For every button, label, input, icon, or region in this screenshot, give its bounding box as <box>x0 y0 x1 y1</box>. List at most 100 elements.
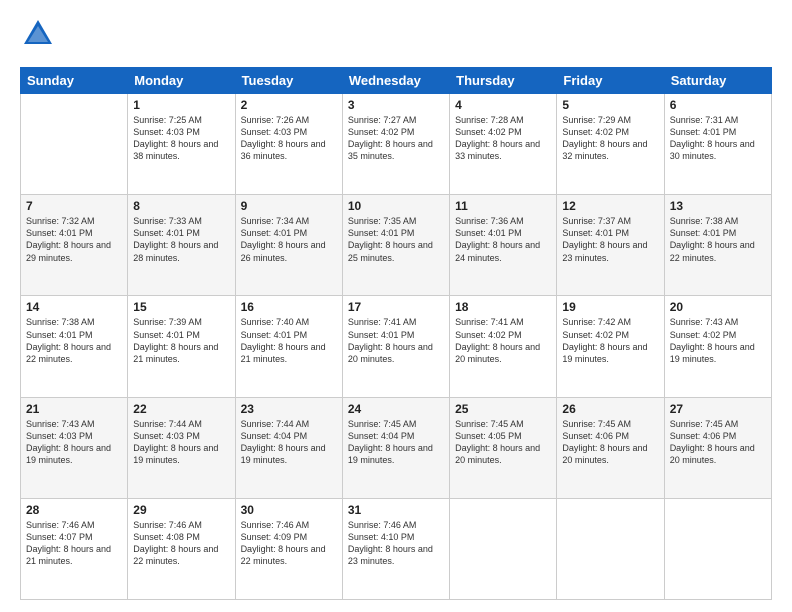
cell-info: Sunrise: 7:27 AMSunset: 4:02 PMDaylight:… <box>348 114 444 163</box>
day-number: 8 <box>133 199 229 213</box>
calendar-table: Sunday Monday Tuesday Wednesday Thursday… <box>20 67 772 600</box>
calendar-cell: 4 Sunrise: 7:28 AMSunset: 4:02 PMDaylight… <box>450 94 557 195</box>
calendar-cell: 19 Sunrise: 7:42 AMSunset: 4:02 PMDayligh… <box>557 296 664 397</box>
cell-info: Sunrise: 7:42 AMSunset: 4:02 PMDaylight:… <box>562 316 658 365</box>
cell-info: Sunrise: 7:29 AMSunset: 4:02 PMDaylight:… <box>562 114 658 163</box>
calendar-cell: 25Sunrise: 7:45 AMSunset: 4:05 PMDayligh… <box>450 397 557 498</box>
calendar-week-row: 21 Sunrise: 7:43 AMSunset: 4:03 PMDayligh… <box>21 397 772 498</box>
day-number: 1 <box>133 98 229 112</box>
calendar-cell: 3 Sunrise: 7:27 AMSunset: 4:02 PMDaylight… <box>342 94 449 195</box>
day-number: 19 <box>562 300 658 314</box>
cell-info: Sunrise: 7:28 AMSunset: 4:02 PMDaylight:… <box>455 114 551 163</box>
day-number: 20 <box>670 300 766 314</box>
cell-info: Sunrise: 7:37 AMSunset: 4:01 PMDaylight:… <box>562 215 658 264</box>
calendar-cell: 1Sunrise: 7:25 AMSunset: 4:03 PMDaylight… <box>128 94 235 195</box>
calendar-cell: 10Sunrise: 7:35 AMSunset: 4:01 PMDayligh… <box>342 195 449 296</box>
day-number: 7 <box>26 199 122 213</box>
calendar-cell: 5 Sunrise: 7:29 AMSunset: 4:02 PMDaylight… <box>557 94 664 195</box>
day-number: 24 <box>348 402 444 416</box>
cell-info: Sunrise: 7:40 AMSunset: 4:01 PMDaylight:… <box>241 316 337 365</box>
cell-info: Sunrise: 7:39 AMSunset: 4:01 PMDaylight:… <box>133 316 229 365</box>
cell-info: Sunrise: 7:44 AMSunset: 4:03 PMDaylight:… <box>133 418 229 467</box>
calendar-cell <box>450 498 557 599</box>
calendar-cell: 17 Sunrise: 7:41 AMSunset: 4:01 PMDayligh… <box>342 296 449 397</box>
day-number: 5 <box>562 98 658 112</box>
col-friday: Friday <box>557 68 664 94</box>
col-wednesday: Wednesday <box>342 68 449 94</box>
calendar-cell: 30 Sunrise: 7:46 AMSunset: 4:09 PMDayligh… <box>235 498 342 599</box>
calendar-cell: 24 Sunrise: 7:45 AMSunset: 4:04 PMDayligh… <box>342 397 449 498</box>
day-number: 25 <box>455 402 551 416</box>
day-number: 17 <box>348 300 444 314</box>
cell-info: Sunrise: 7:41 AMSunset: 4:01 PMDaylight:… <box>348 316 444 365</box>
col-tuesday: Tuesday <box>235 68 342 94</box>
day-number: 28 <box>26 503 122 517</box>
cell-info: Sunrise: 7:43 AMSunset: 4:02 PMDaylight:… <box>670 316 766 365</box>
col-sunday: Sunday <box>21 68 128 94</box>
calendar-cell: 29 Sunrise: 7:46 AMSunset: 4:08 PMDayligh… <box>128 498 235 599</box>
day-number: 9 <box>241 199 337 213</box>
cell-info: Sunrise: 7:38 AMSunset: 4:01 PMDaylight:… <box>26 316 122 365</box>
logo-icon <box>20 16 56 52</box>
day-number: 30 <box>241 503 337 517</box>
calendar-cell: 20 Sunrise: 7:43 AMSunset: 4:02 PMDayligh… <box>664 296 771 397</box>
day-number: 4 <box>455 98 551 112</box>
cell-info: Sunrise: 7:38 AMSunset: 4:01 PMDaylight:… <box>670 215 766 264</box>
calendar-cell: 15 Sunrise: 7:39 AMSunset: 4:01 PMDayligh… <box>128 296 235 397</box>
day-number: 29 <box>133 503 229 517</box>
day-number: 3 <box>348 98 444 112</box>
calendar-week-row: 7 Sunrise: 7:32 AMSunset: 4:01 PMDaylight… <box>21 195 772 296</box>
cell-info: Sunrise: 7:43 AMSunset: 4:03 PMDaylight:… <box>26 418 122 467</box>
day-number: 15 <box>133 300 229 314</box>
cell-info: Sunrise: 7:46 AMSunset: 4:08 PMDaylight:… <box>133 519 229 568</box>
cell-info: Sunrise: 7:32 AMSunset: 4:01 PMDaylight:… <box>26 215 122 264</box>
day-number: 22 <box>133 402 229 416</box>
cell-info: Sunrise: 7:45 AMSunset: 4:04 PMDaylight:… <box>348 418 444 467</box>
calendar-cell: 9 Sunrise: 7:34 AMSunset: 4:01 PMDaylight… <box>235 195 342 296</box>
day-number: 21 <box>26 402 122 416</box>
cell-info: Sunrise: 7:36 AMSunset: 4:01 PMDaylight:… <box>455 215 551 264</box>
day-number: 14 <box>26 300 122 314</box>
calendar-cell: 12 Sunrise: 7:37 AMSunset: 4:01 PMDayligh… <box>557 195 664 296</box>
cell-info: Sunrise: 7:46 AMSunset: 4:09 PMDaylight:… <box>241 519 337 568</box>
day-number: 31 <box>348 503 444 517</box>
cell-info: Sunrise: 7:41 AMSunset: 4:02 PMDaylight:… <box>455 316 551 365</box>
cell-info: Sunrise: 7:44 AMSunset: 4:04 PMDaylight:… <box>241 418 337 467</box>
calendar-cell: 16 Sunrise: 7:40 AMSunset: 4:01 PMDayligh… <box>235 296 342 397</box>
cell-info: Sunrise: 7:46 AMSunset: 4:07 PMDaylight:… <box>26 519 122 568</box>
calendar-week-row: 1Sunrise: 7:25 AMSunset: 4:03 PMDaylight… <box>21 94 772 195</box>
calendar-cell: 31 Sunrise: 7:46 AMSunset: 4:10 PMDayligh… <box>342 498 449 599</box>
logo <box>20 16 60 57</box>
calendar-cell: 18 Sunrise: 7:41 AMSunset: 4:02 PMDayligh… <box>450 296 557 397</box>
calendar-cell: 6Sunrise: 7:31 AMSunset: 4:01 PMDaylight… <box>664 94 771 195</box>
calendar-cell: 27 Sunrise: 7:45 AMSunset: 4:06 PMDayligh… <box>664 397 771 498</box>
col-thursday: Thursday <box>450 68 557 94</box>
cell-info: Sunrise: 7:34 AMSunset: 4:01 PMDaylight:… <box>241 215 337 264</box>
day-number: 12 <box>562 199 658 213</box>
page: Sunday Monday Tuesday Wednesday Thursday… <box>0 0 792 612</box>
calendar-cell: 11Sunrise: 7:36 AMSunset: 4:01 PMDayligh… <box>450 195 557 296</box>
cell-info: Sunrise: 7:45 AMSunset: 4:06 PMDaylight:… <box>670 418 766 467</box>
day-number: 27 <box>670 402 766 416</box>
cell-info: Sunrise: 7:45 AMSunset: 4:06 PMDaylight:… <box>562 418 658 467</box>
calendar-cell: 28 Sunrise: 7:46 AMSunset: 4:07 PMDayligh… <box>21 498 128 599</box>
calendar-cell: 2Sunrise: 7:26 AMSunset: 4:03 PMDaylight… <box>235 94 342 195</box>
day-number: 18 <box>455 300 551 314</box>
calendar-cell <box>664 498 771 599</box>
calendar-week-row: 14 Sunrise: 7:38 AMSunset: 4:01 PMDayligh… <box>21 296 772 397</box>
cell-info: Sunrise: 7:31 AMSunset: 4:01 PMDaylight:… <box>670 114 766 163</box>
calendar-header-row: Sunday Monday Tuesday Wednesday Thursday… <box>21 68 772 94</box>
day-number: 23 <box>241 402 337 416</box>
day-number: 13 <box>670 199 766 213</box>
calendar-cell: 23 Sunrise: 7:44 AMSunset: 4:04 PMDayligh… <box>235 397 342 498</box>
cell-info: Sunrise: 7:46 AMSunset: 4:10 PMDaylight:… <box>348 519 444 568</box>
calendar-cell: 8 Sunrise: 7:33 AMSunset: 4:01 PMDaylight… <box>128 195 235 296</box>
cell-info: Sunrise: 7:33 AMSunset: 4:01 PMDaylight:… <box>133 215 229 264</box>
col-saturday: Saturday <box>664 68 771 94</box>
calendar-cell: 14 Sunrise: 7:38 AMSunset: 4:01 PMDayligh… <box>21 296 128 397</box>
day-number: 26 <box>562 402 658 416</box>
cell-info: Sunrise: 7:26 AMSunset: 4:03 PMDaylight:… <box>241 114 337 163</box>
col-monday: Monday <box>128 68 235 94</box>
cell-info: Sunrise: 7:35 AMSunset: 4:01 PMDaylight:… <box>348 215 444 264</box>
day-number: 16 <box>241 300 337 314</box>
